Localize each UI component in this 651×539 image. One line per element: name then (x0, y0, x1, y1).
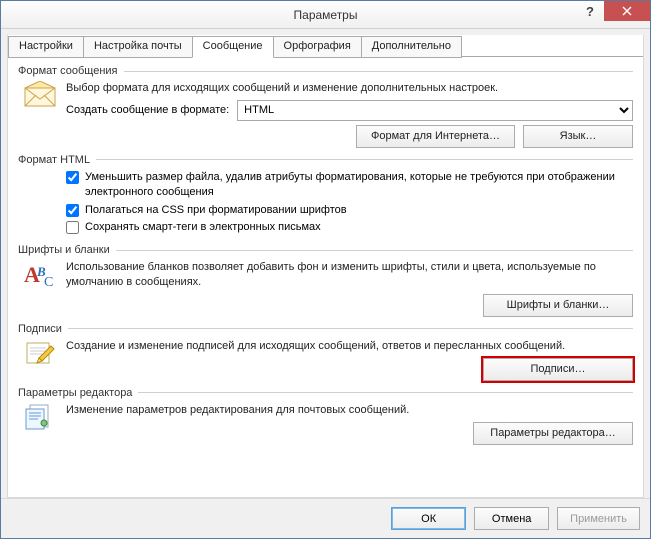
signatures-button[interactable]: Подписи… (483, 358, 633, 381)
ok-button[interactable]: ОК (391, 507, 466, 530)
group-title: Параметры редактора (18, 387, 132, 399)
save-smart-tags-label: Сохранять смарт-теги в электронных письм… (85, 220, 321, 235)
language-button[interactable]: Язык… (523, 125, 633, 148)
tab-container: Настройки Настройка почты Сообщение Орфо… (7, 35, 644, 498)
options-dialog: Параметры ? Настройки Настройка почты Со… (0, 0, 651, 539)
rely-on-css-checkbox[interactable] (66, 204, 79, 217)
signature-icon (24, 339, 56, 371)
format-description: Выбор формата для исходящих сообщений и … (66, 81, 633, 96)
save-smart-tags-checkbox[interactable] (66, 221, 79, 234)
group-editor: Параметры редактора Изменение параметров… (18, 387, 633, 445)
tab-mail-setup[interactable]: Настройка почты (83, 36, 193, 58)
tab-message[interactable]: Сообщение (192, 36, 274, 58)
group-fonts: Шрифты и бланки ABC Использование бланко… (18, 244, 633, 317)
group-title: Формат сообщения (18, 65, 118, 77)
tab-advanced[interactable]: Дополнительно (361, 36, 462, 58)
tab-spelling[interactable]: Орфография (273, 36, 362, 58)
tab-content: Формат сообщения Выбор формата для исход… (8, 57, 643, 497)
format-combo[interactable]: HTML (237, 100, 633, 121)
format-combo-label: Создать сообщение в формате: (66, 104, 229, 116)
group-signatures: Подписи Создание и изменение подписей дл… (18, 323, 633, 381)
close-button[interactable] (604, 1, 650, 21)
help-button[interactable]: ? (576, 1, 604, 21)
apply-button[interactable]: Применить (557, 507, 640, 530)
group-title: Подписи (18, 323, 62, 335)
reduce-size-label: Уменьшить размер файла, удалив атрибуты … (85, 170, 633, 200)
titlebar: Параметры ? (1, 1, 650, 29)
window-controls: ? (576, 1, 650, 21)
dialog-buttons: ОК Отмена Применить (1, 498, 650, 538)
group-message-format: Формат сообщения Выбор формата для исход… (18, 65, 633, 148)
signatures-description: Создание и изменение подписей для исходя… (66, 339, 633, 354)
fonts-icon: ABC (24, 260, 56, 292)
group-title: Формат HTML (18, 154, 90, 166)
reduce-size-checkbox[interactable] (66, 171, 79, 184)
svg-text:C: C (44, 275, 53, 288)
cancel-button[interactable]: Отмена (474, 507, 549, 530)
editor-options-button[interactable]: Параметры редактора… (473, 422, 633, 445)
tab-settings[interactable]: Настройки (8, 36, 84, 58)
rely-on-css-label: Полагаться на CSS при форматировании шри… (85, 203, 347, 218)
internet-format-button[interactable]: Формат для Интернета… (356, 125, 515, 148)
group-title: Шрифты и бланки (18, 244, 110, 256)
window-title: Параметры (1, 8, 650, 22)
envelope-icon (24, 81, 56, 113)
editor-description: Изменение параметров редактирования для … (66, 403, 633, 418)
close-icon (622, 6, 632, 16)
editor-icon (24, 403, 56, 435)
fonts-stationery-button[interactable]: Шрифты и бланки… (483, 294, 633, 317)
fonts-description: Использование бланков позволяет добавить… (66, 260, 633, 290)
group-html-format: Формат HTML Уменьшить размер файла, удал… (18, 154, 633, 238)
tab-row: Настройки Настройка почты Сообщение Орфо… (8, 35, 643, 57)
